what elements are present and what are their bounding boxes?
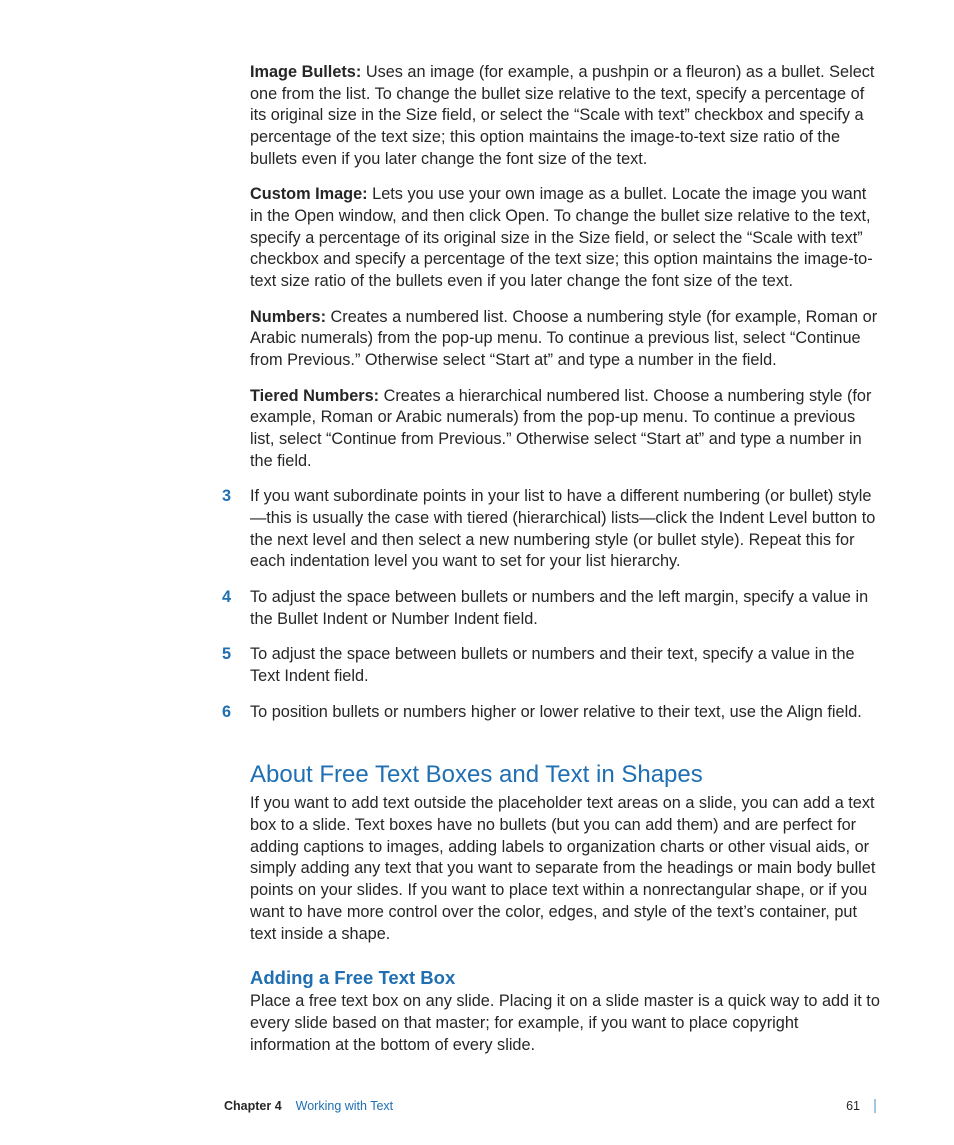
- step-number: 3: [222, 486, 250, 508]
- page-body: Image Bullets: Uses an image (for exampl…: [250, 62, 882, 1056]
- paragraph-numbers: Numbers: Creates a numbered list. Choose…: [250, 307, 882, 372]
- step-3: 3 If you want subordinate points in your…: [222, 486, 882, 573]
- section-body: If you want to add text outside the plac…: [250, 793, 882, 945]
- step-text: If you want subordinate points in your l…: [250, 486, 882, 573]
- step-5: 5 To adjust the space between bullets or…: [222, 644, 882, 687]
- step-text: To adjust the space between bullets or n…: [250, 644, 882, 687]
- page: Image Bullets: Uses an image (for exampl…: [0, 0, 954, 1145]
- step-number: 4: [222, 587, 250, 609]
- step-4: 4 To adjust the space between bullets or…: [222, 587, 882, 630]
- paragraph-image-bullets: Image Bullets: Uses an image (for exampl…: [250, 62, 882, 170]
- footer-chapter: Chapter 4: [224, 1099, 282, 1113]
- term-label: Custom Image:: [250, 185, 372, 203]
- term-label: Numbers:: [250, 308, 331, 326]
- page-footer: Chapter 4 Working with Text 61: [224, 1099, 876, 1113]
- step-text: To position bullets or numbers higher or…: [250, 702, 862, 724]
- step-number: 5: [222, 644, 250, 666]
- section-heading: About Free Text Boxes and Text in Shapes: [250, 761, 882, 789]
- footer-page-number: 61: [846, 1099, 860, 1113]
- footer-title: Working with Text: [296, 1099, 394, 1113]
- step-text: To adjust the space between bullets or n…: [250, 587, 882, 630]
- term-text: Creates a numbered list. Choose a number…: [250, 308, 877, 369]
- term-label: Image Bullets:: [250, 63, 366, 81]
- step-6: 6 To position bullets or numbers higher …: [222, 702, 882, 724]
- subsection-heading: Adding a Free Text Box: [250, 967, 882, 989]
- step-number: 6: [222, 702, 250, 724]
- term-label: Tiered Numbers:: [250, 387, 384, 405]
- paragraph-custom-image: Custom Image: Lets you use your own imag…: [250, 184, 882, 292]
- paragraph-tiered-numbers: Tiered Numbers: Creates a hierarchical n…: [250, 386, 882, 473]
- subsection-body: Place a free text box on any slide. Plac…: [250, 991, 882, 1056]
